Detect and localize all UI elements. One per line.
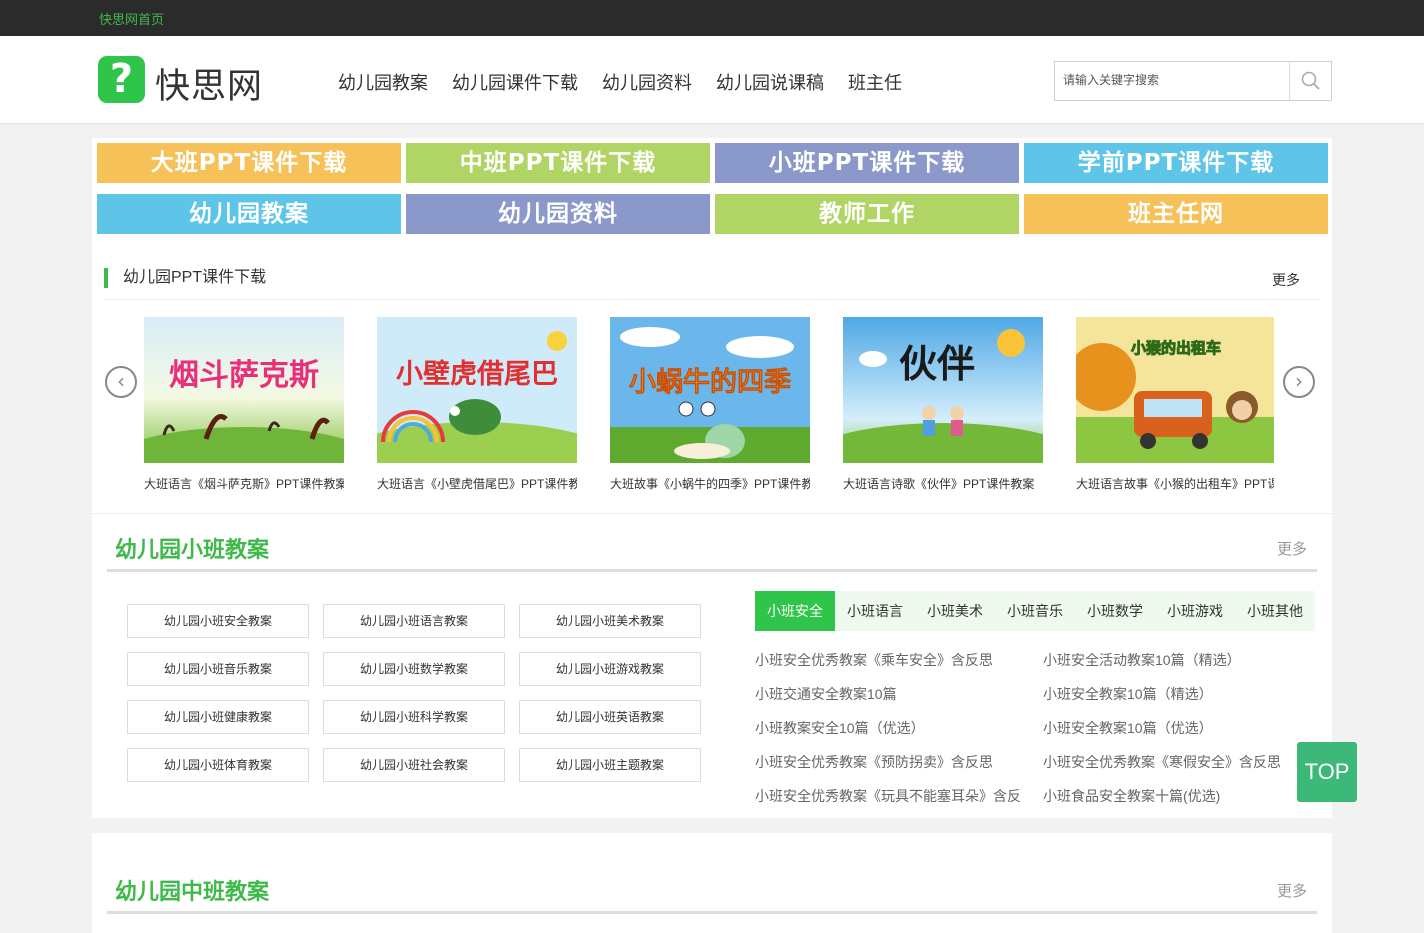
zhongban-more-link[interactable]: 更多 [1277, 880, 1307, 901]
main-panel: 大班PPT课件下载 中班PPT课件下载 小班PPT课件下载 学前PPT课件下载 … [92, 138, 1332, 818]
zhongban-panel: 幼儿园中班教案 更多 [92, 833, 1332, 933]
tag-kexue[interactable]: 幼儿园小班科学教案 [323, 700, 505, 734]
divider [104, 299, 1320, 300]
tag-anquan[interactable]: 幼儿园小班安全教案 [127, 604, 309, 638]
ppt-thumb-title: 小壁虎借尾巴 [396, 359, 558, 390]
article-link[interactable]: 小班安全优秀教案《预防拐卖》含反思 [755, 752, 993, 772]
nav-item-shuokegao[interactable]: 幼儿园说课稿 [716, 69, 824, 95]
category-button-jiaoan[interactable]: 幼儿园教案 [97, 194, 401, 234]
tag-meishu[interactable]: 幼儿园小班美术教案 [519, 604, 701, 638]
ppt-caption[interactable]: 大班语言《小壁虎借尾巴》PPT课件教案 [377, 475, 577, 492]
search-input[interactable] [1055, 62, 1293, 98]
logo-text[interactable]: 快思网 [155, 58, 263, 109]
back-to-top-button[interactable]: TOP [1297, 742, 1357, 802]
tag-yingyu[interactable]: 幼儿园小班英语教案 [519, 700, 701, 734]
tag-yinyue[interactable]: 幼儿园小班音乐教案 [127, 652, 309, 686]
category-button-xiaoban[interactable]: 小班PPT课件下载 [715, 143, 1019, 183]
tab-youxi[interactable]: 小班游戏 [1155, 591, 1235, 631]
tag-tiyu[interactable]: 幼儿园小班体育教案 [127, 748, 309, 782]
chevron-right-icon: › [1295, 369, 1303, 393]
article-link[interactable]: 小班安全优秀教案《寒假安全》含反思 [1043, 752, 1281, 772]
tag-shehui[interactable]: 幼儿园小班社会教案 [323, 748, 505, 782]
ppt-thumb-title: 伙伴 [899, 342, 975, 386]
tag-youxi[interactable]: 幼儿园小班游戏教案 [519, 652, 701, 686]
tab-yinyue[interactable]: 小班音乐 [995, 591, 1075, 631]
tab-meishu[interactable]: 小班美术 [915, 591, 995, 631]
ppt-caption[interactable]: 大班语言故事《小猴的出租车》PPT课件 [1076, 475, 1274, 492]
category-button-banzhuren[interactable]: 班主任网 [1024, 194, 1328, 234]
ppt-card[interactable]: 小蜗牛的四季 大班故事《小蜗牛的四季》PPT课件教案 [610, 317, 810, 492]
search-button[interactable] [1289, 62, 1331, 100]
article-link[interactable]: 小班安全活动教案10篇（精选） [1043, 650, 1241, 670]
article-link[interactable]: 小班安全优秀教案《乘车安全》含反思 [755, 650, 993, 670]
article-link[interactable]: 小班安全优秀教案《玩具不能塞耳朵》含反 [755, 786, 1021, 806]
nav-item-banzhuren[interactable]: 班主任 [848, 69, 902, 95]
section-underline [107, 569, 1317, 572]
search-icon [1301, 71, 1320, 90]
section-underline [107, 911, 1317, 914]
article-link[interactable]: 小班安全教案10篇（优选） [1043, 718, 1213, 738]
header: ? 快思网 幼儿园教案 幼儿园课件下载 幼儿园资料 幼儿园说课稿 班主任 [0, 36, 1424, 124]
ppt-caption[interactable]: 大班语言诗歌《伙伴》PPT课件教案 [843, 475, 1043, 492]
xiaoban-more-link[interactable]: 更多 [1277, 538, 1307, 559]
home-link[interactable]: 快思网首页 [99, 9, 164, 28]
category-button-ziliao[interactable]: 幼儿园资料 [406, 194, 710, 234]
ppt-caption[interactable]: 大班故事《小蜗牛的四季》PPT课件教案 [610, 475, 810, 492]
ppt-thumb-title: 小猴的出租车 [1131, 339, 1221, 357]
nav-item-ziliao[interactable]: 幼儿园资料 [602, 69, 692, 95]
topbar: 快思网首页 [0, 0, 1424, 36]
ppt-caption[interactable]: 大班语言《烟斗萨克斯》PPT课件教案 [144, 475, 344, 492]
ppt-thumbnail[interactable]: 伙伴 [843, 317, 1043, 463]
logo-icon[interactable]: ? [98, 56, 145, 103]
ppt-thumbnail[interactable]: 烟斗萨克斯 [144, 317, 344, 463]
ppt-card[interactable]: 伙伴 大班语言诗歌《伙伴》PPT课件教案 [843, 317, 1043, 492]
ppt-section-title: 幼儿园PPT课件下载 [104, 268, 266, 288]
tag-jiankang[interactable]: 幼儿园小班健康教案 [127, 700, 309, 734]
tab-yuyan[interactable]: 小班语言 [835, 591, 915, 631]
article-link[interactable]: 小班食品安全教案十篇(优选) [1043, 786, 1220, 806]
carousel-prev-button[interactable]: ‹ [105, 366, 137, 398]
chevron-left-icon: ‹ [117, 369, 125, 393]
zhongban-section-title[interactable]: 幼儿园中班教案 [115, 874, 269, 906]
ppt-more-link[interactable]: 更多 [1272, 270, 1300, 290]
ppt-thumbnail[interactable]: 小蜗牛的四季 [610, 317, 810, 463]
tag-yuyan[interactable]: 幼儿园小班语言教案 [323, 604, 505, 638]
main-nav: 幼儿园教案 幼儿园课件下载 幼儿园资料 幼儿园说课稿 班主任 [338, 69, 926, 95]
ppt-thumb-title: 小蜗牛的四季 [629, 366, 791, 398]
article-link[interactable]: 小班交通安全教案10篇 [755, 684, 897, 704]
tag-shuxue[interactable]: 幼儿园小班数学教案 [323, 652, 505, 686]
article-link[interactable]: 小班教案安全10篇（优选） [755, 718, 925, 738]
article-link[interactable]: 小班安全教案10篇（精选） [1043, 684, 1213, 704]
ppt-card[interactable]: 小猴的出租车 大班语言故事《小猴的出租车》PPT课件 [1076, 317, 1274, 492]
tab-shuxue[interactable]: 小班数学 [1075, 591, 1155, 631]
carousel-next-button[interactable]: › [1283, 366, 1315, 398]
nav-item-jiaoan[interactable]: 幼儿园教案 [338, 69, 428, 95]
xiaoban-tabs: 小班安全 小班语言 小班美术 小班音乐 小班数学 小班游戏 小班其他 [755, 591, 1315, 631]
search-box [1054, 61, 1332, 101]
category-button-zhongban[interactable]: 中班PPT课件下载 [406, 143, 710, 183]
xiaoban-section-title[interactable]: 幼儿园小班教案 [115, 532, 269, 564]
ppt-card[interactable]: 烟斗萨克斯 大班语言《烟斗萨克斯》PPT课件教案 [144, 317, 344, 492]
tab-qita[interactable]: 小班其他 [1235, 591, 1315, 631]
nav-item-kejian[interactable]: 幼儿园课件下载 [452, 69, 578, 95]
category-button-xueqian[interactable]: 学前PPT课件下载 [1024, 143, 1328, 183]
ppt-card[interactable]: 小壁虎借尾巴 大班语言《小壁虎借尾巴》PPT课件教案 [377, 317, 577, 492]
ppt-thumbnail[interactable]: 小壁虎借尾巴 [377, 317, 577, 463]
tab-anquan[interactable]: 小班安全 [755, 591, 835, 631]
section-divider [92, 513, 1332, 514]
ppt-thumbnail[interactable]: 小猴的出租车 [1076, 317, 1274, 463]
category-button-daban[interactable]: 大班PPT课件下载 [97, 143, 401, 183]
tag-zhuti[interactable]: 幼儿园小班主题教案 [519, 748, 701, 782]
category-button-jiaoshi[interactable]: 教师工作 [715, 194, 1019, 234]
ppt-thumb-title: 烟斗萨克斯 [169, 358, 319, 393]
